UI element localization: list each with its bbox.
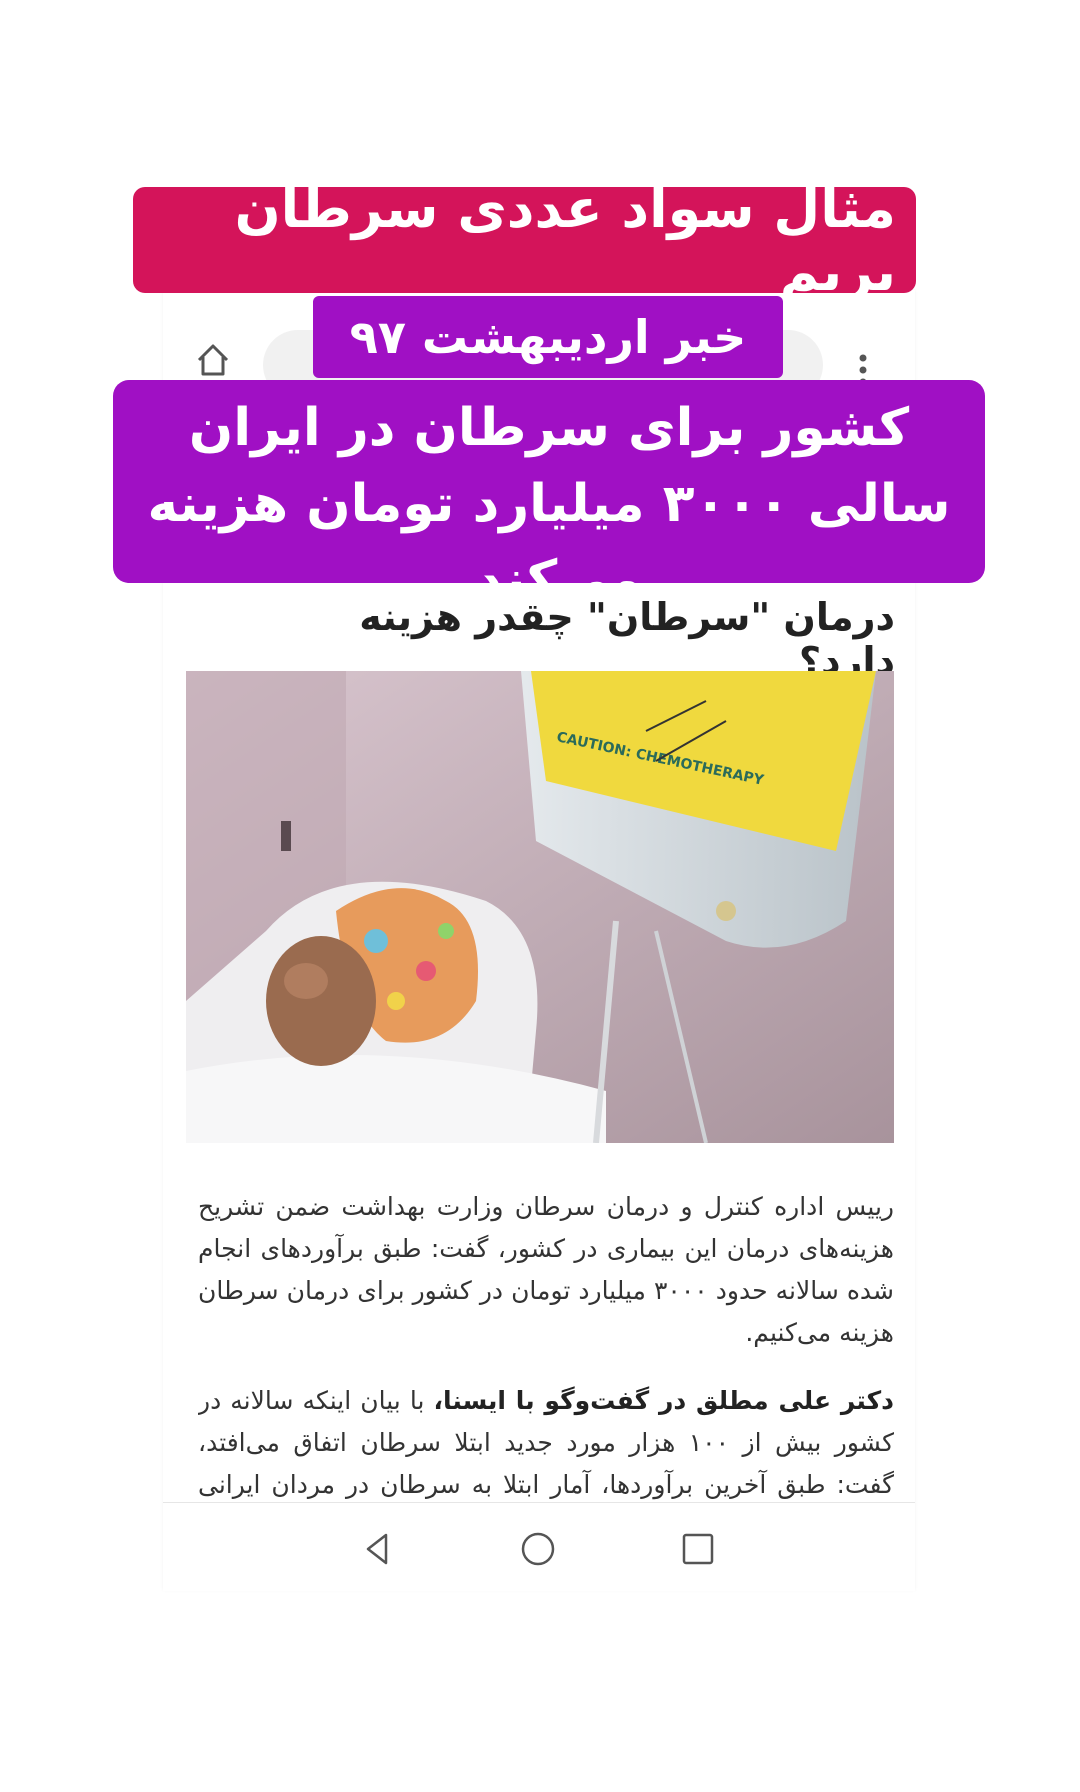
system-navigation-bar — [163, 1503, 915, 1591]
overlay-caption-red: مثال سواد عددی سرطان بریم — [133, 177, 916, 303]
article-photo: CAUTION: CHEMOTHERAPY — [186, 671, 894, 1143]
overlay-caption-date: خبر اردیبهشت ۹۷ — [313, 296, 783, 378]
article-paragraph-2: دکتر علی مطلق در گفت‌وگو با ایسنا، با بی… — [198, 1380, 894, 1500]
chemotherapy-photo-illustration: CAUTION: CHEMOTHERAPY — [186, 671, 894, 1143]
overlay-caption-headline: کشور برای سرطان در ایران سالی ۳۰۰۰ میلیا… — [113, 380, 985, 610]
paragraph-lead-bold: دکتر علی مطلق در گفت‌وگو با ایسنا، — [433, 1386, 894, 1415]
home-icon[interactable] — [193, 340, 233, 380]
article-paragraph: رییس اداره کنترل و درمان سرطان وزارت بهد… — [198, 1192, 894, 1347]
back-triangle-icon[interactable] — [358, 1529, 398, 1569]
home-circle-icon[interactable] — [518, 1529, 558, 1569]
recents-square-icon[interactable] — [678, 1529, 718, 1569]
article-title: درمان "سرطان" چقدر هزینه دارد؟ — [359, 595, 895, 683]
